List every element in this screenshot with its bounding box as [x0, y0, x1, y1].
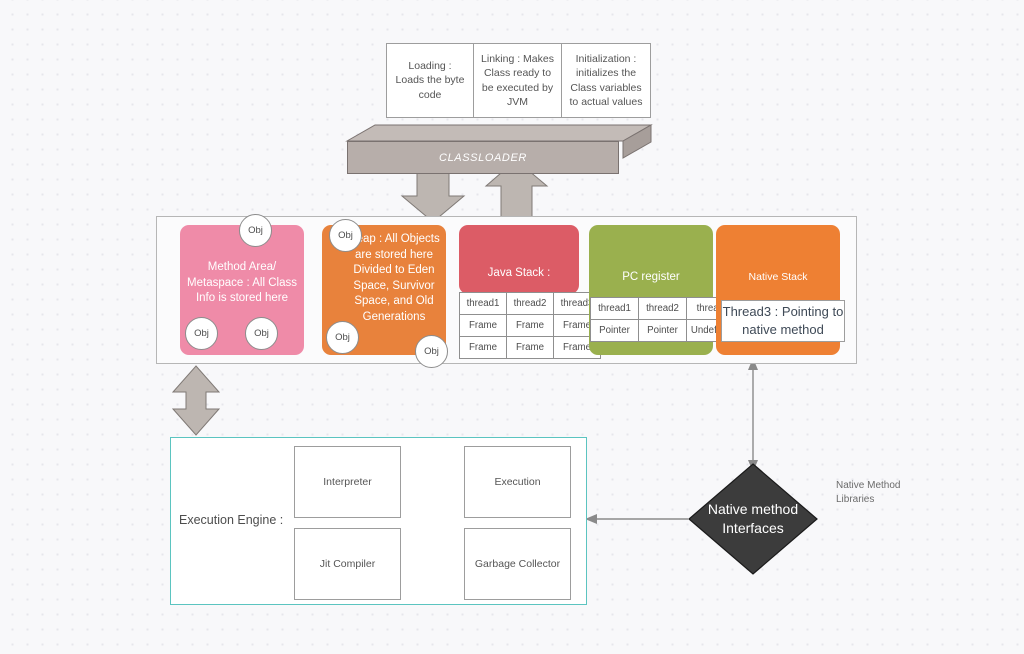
native-method-interfaces-label: Native method Interfaces — [707, 501, 799, 536]
execution-engine-label: Execution Engine : — [179, 513, 284, 527]
ee-component-interpreter[interactable]: Interpreter — [294, 446, 401, 518]
obj-bubble: Obj — [329, 219, 362, 252]
cell: Pointer — [638, 319, 687, 342]
cell: thread1 — [459, 292, 507, 315]
classloader-phases: Loading : Loads the byte code Linking : … — [386, 43, 651, 118]
java-stack-table: thread1 thread2 thread3 Frame Frame Fram… — [459, 292, 601, 359]
cell: thread1 — [590, 297, 639, 320]
arrow-nmi-to-execution-engine — [585, 514, 688, 524]
classloader-phase-initialization[interactable]: Initialization : initializes the Class v… — [562, 43, 651, 118]
cell: Frame — [459, 336, 507, 359]
cell: Frame — [506, 336, 554, 359]
ee-component-execution[interactable]: Execution — [464, 446, 571, 518]
cell: thread2 — [506, 292, 554, 315]
obj-bubble: Obj — [415, 335, 448, 368]
ee-component-jit-compiler[interactable]: Jit Compiler — [294, 528, 401, 600]
memory-block-method-area[interactable]: Method Area/ Metaspace : All Class Info … — [180, 214, 304, 355]
obj-bubble: Obj — [239, 214, 272, 247]
table-row: Frame Frame Frame — [459, 336, 601, 359]
ee-component-garbage-collector[interactable]: Garbage Collector — [464, 528, 571, 600]
memory-block-heap[interactable]: Heap : All Objects are stored here Divid… — [322, 219, 448, 368]
obj-bubble: Obj — [245, 317, 278, 350]
native-method-libraries-label: Native Method Libraries — [836, 480, 901, 505]
memory-block-java-stack[interactable]: Java Stack : — [459, 225, 579, 294]
cell: Pointer — [590, 319, 639, 342]
pc-register-title: PC register — [622, 271, 680, 283]
native-stack-title: Native Stack — [748, 271, 808, 283]
execution-engine-container: Execution Engine : Interpreter Execution… — [170, 437, 587, 605]
table-row: Frame Frame Frame — [459, 314, 601, 337]
table-row: thread1 thread2 thread3 — [459, 292, 601, 315]
arrow-native-stack-to-nmi — [748, 358, 758, 472]
classloader-phase-linking[interactable]: Linking : Makes Class ready to be execut… — [474, 43, 562, 118]
obj-bubble: Obj — [185, 317, 218, 350]
native-stack-callout: Thread3 : Pointing to native method — [721, 300, 845, 342]
arrow-memory-to-execution-engine — [171, 365, 221, 436]
classloader-box[interactable]: CLASSLOADER — [347, 125, 623, 175]
cell: Frame — [459, 314, 507, 337]
classloader-phase-loading[interactable]: Loading : Loads the byte code — [386, 43, 474, 118]
cell: Frame — [506, 314, 554, 337]
java-stack-title: Java Stack : — [487, 267, 551, 279]
cell: thread2 — [638, 297, 687, 320]
method-area-title: Method Area/ Metaspace : All Class Info … — [187, 261, 297, 304]
classloader-label: CLASSLOADER — [347, 141, 619, 174]
obj-bubble: Obj — [326, 321, 359, 354]
